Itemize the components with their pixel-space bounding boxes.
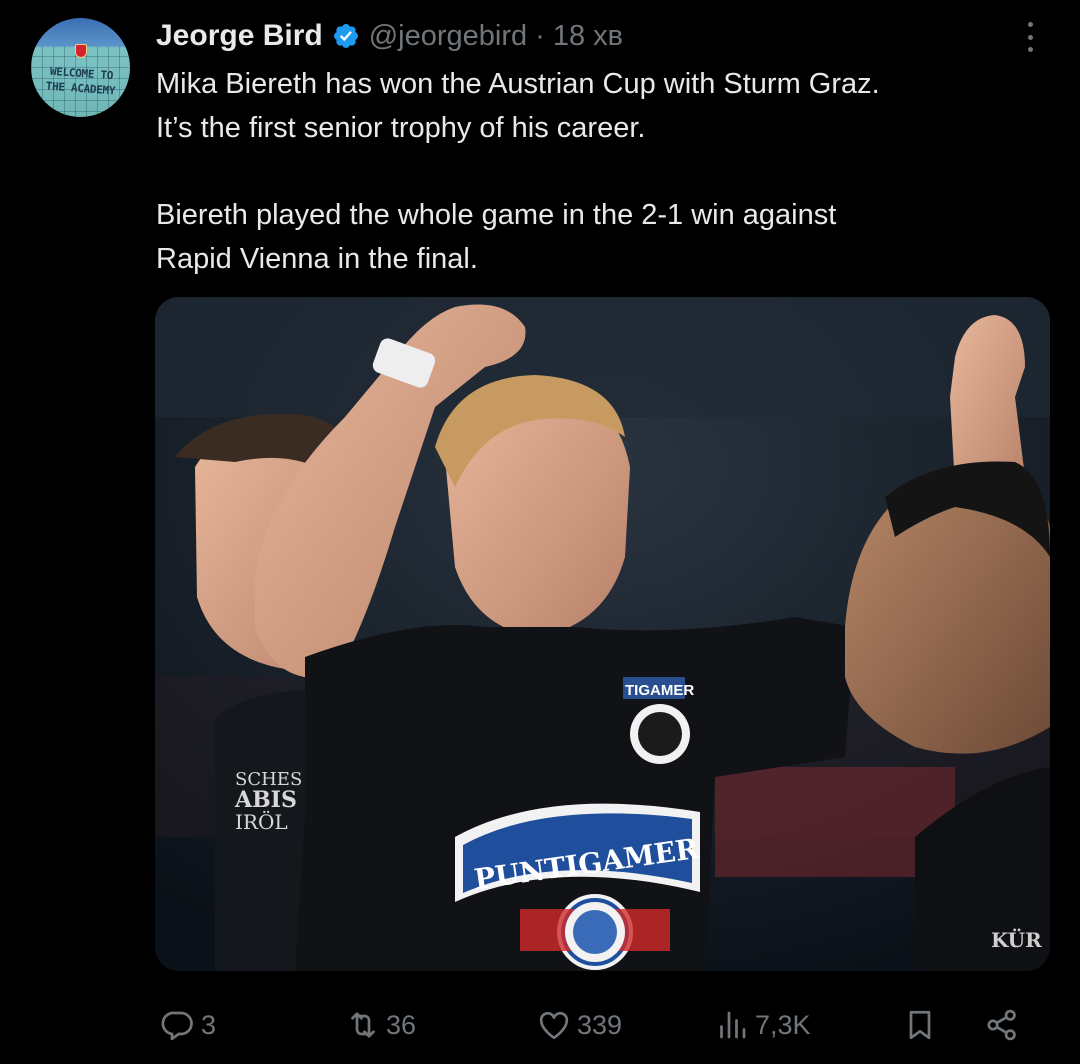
tweet-paragraph: Biereth played the whole game in the 2-1… [156, 199, 837, 275]
share-button[interactable] [984, 1005, 1020, 1045]
avatar-crest [75, 44, 87, 58]
retweet-count: 36 [386, 1009, 417, 1040]
tweet[interactable]: WELCOME TO THE ACADEMY Jeorge Bird @jeor… [0, 0, 1080, 1064]
separator-dot: · [535, 19, 545, 52]
sleeve-sponsor-text: TIGAMER [625, 682, 694, 699]
bookmark-icon [909, 1010, 931, 1040]
timestamp[interactable]: 18 хв [553, 20, 623, 53]
avatar[interactable]: WELCOME TO THE ACADEMY [31, 18, 130, 117]
bookmark-button[interactable] [902, 1005, 938, 1045]
reply-count: 3 [201, 1009, 217, 1040]
more-icon[interactable] [1018, 20, 1042, 54]
reply-button[interactable]: 3 [160, 1005, 216, 1045]
photo-scene: SCHES ABIS IRÖL PUNTIGAMER TIGAMER KÜR [155, 297, 1050, 971]
right-player-shirt-text: KÜR [991, 927, 1042, 952]
tweet-header: Jeorge Bird @jeorgebird · 18 хв [156, 16, 623, 56]
tweet-actions: 3 36 339 7,3K [0, 1000, 1080, 1050]
author-handle[interactable]: @jeorgebird [369, 20, 527, 53]
left-player-shirt-text: IRÖL [235, 809, 288, 834]
views-icon [720, 1011, 746, 1039]
tweet-text: Mika Biereth has won the Austrian Cup wi… [156, 62, 1056, 281]
author-name[interactable]: Jeorge Bird [156, 19, 323, 53]
like-icon [539, 1011, 569, 1040]
tweet-paragraph: Mika Biereth has won the Austrian Cup wi… [156, 68, 880, 144]
reply-icon [161, 1011, 193, 1041]
like-count: 339 [577, 1009, 623, 1040]
verified-badge-icon[interactable] [332, 22, 360, 50]
retweet-icon [351, 1012, 375, 1038]
share-icon [987, 1009, 1016, 1041]
views-button[interactable]: 7,3K [714, 1005, 811, 1045]
views-count: 7,3K [755, 1009, 811, 1040]
tweet-photo[interactable]: SCHES ABIS IRÖL PUNTIGAMER TIGAMER KÜR [155, 297, 1050, 971]
retweet-button[interactable]: 36 [345, 1005, 416, 1045]
like-button[interactable]: 339 [536, 1005, 622, 1045]
